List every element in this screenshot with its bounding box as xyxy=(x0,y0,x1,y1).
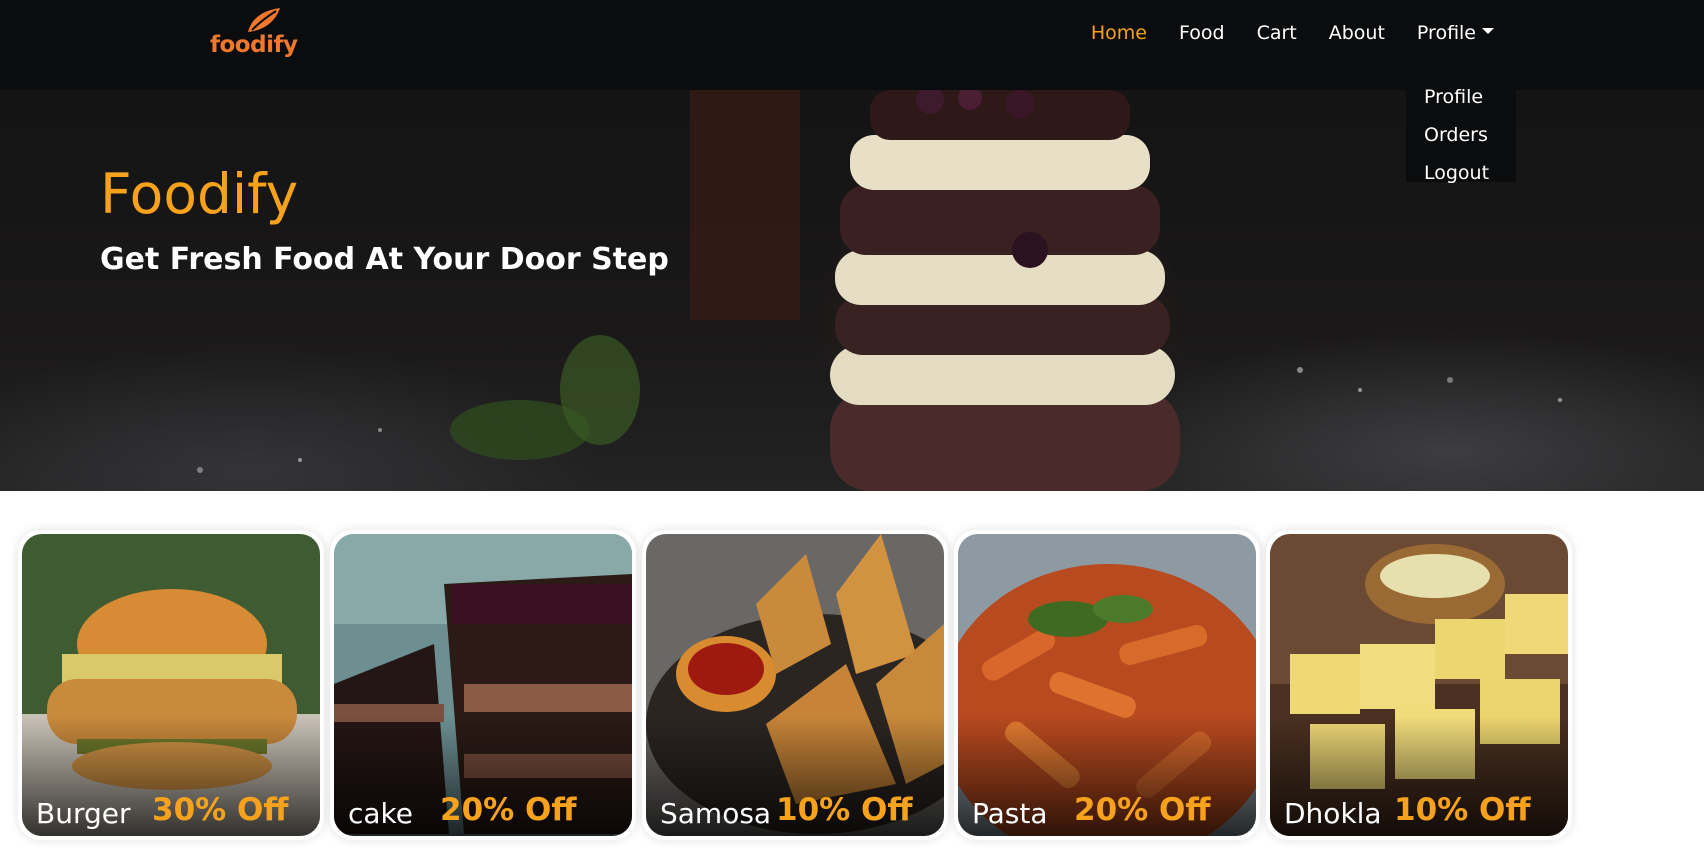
dropdown-item-profile[interactable]: Profile xyxy=(1406,78,1516,116)
card-name: Samosa xyxy=(660,797,772,830)
card-offer: 10% Off xyxy=(776,792,913,828)
food-card-samosa[interactable]: Samosa 10% Off xyxy=(642,530,948,840)
nav-home[interactable]: Home xyxy=(1091,22,1147,44)
card-offer: 20% Off xyxy=(440,792,577,828)
foodify-logo[interactable]: foodify xyxy=(210,8,300,58)
food-card-dhokla[interactable]: Dhokla 10% Off xyxy=(1266,530,1572,840)
food-card-cake[interactable]: cake 20% Off xyxy=(330,530,636,840)
card-name: Pasta xyxy=(972,797,1048,830)
card-image: Burger 30% Off xyxy=(22,534,320,836)
nav-cart[interactable]: Cart xyxy=(1257,22,1297,44)
hero-title: Foodify xyxy=(100,162,299,226)
nav-profile-toggle[interactable]: Profile xyxy=(1417,22,1494,44)
card-image: Pasta 20% Off xyxy=(958,534,1256,836)
dropdown-item-orders[interactable]: Orders xyxy=(1406,116,1516,154)
food-card-burger[interactable]: Burger 30% Off xyxy=(18,530,324,840)
nav-food[interactable]: Food xyxy=(1179,22,1225,44)
leaf-icon xyxy=(248,8,280,32)
nav-profile-label: Profile xyxy=(1416,22,1476,44)
card-offer: 20% Off xyxy=(1074,792,1211,828)
card-image: cake 20% Off xyxy=(334,534,632,836)
card-name: Burger xyxy=(36,797,131,830)
card-image: Samosa 10% Off xyxy=(646,534,944,836)
dropdown-item-logout[interactable]: Logout xyxy=(1406,154,1516,192)
card-offer: 10% Off xyxy=(1394,792,1531,828)
card-image: Dhokla 10% Off xyxy=(1270,534,1568,836)
nav-links: Home Food Cart About Profile xyxy=(1091,22,1494,44)
caret-down-icon xyxy=(1482,27,1494,34)
card-offer: 30% Off xyxy=(152,792,289,828)
food-card-pasta[interactable]: Pasta 20% Off xyxy=(954,530,1260,840)
card-name: cake xyxy=(348,797,413,830)
hero-subtitle: Get Fresh Food At Your Door Step xyxy=(100,242,669,277)
logo-text: foodify xyxy=(210,32,298,58)
food-offer-cards: Burger 30% Off cake 20% Off Samosa 10% O… xyxy=(18,530,1704,842)
nav-about[interactable]: About xyxy=(1329,22,1385,44)
card-name: Dhokla xyxy=(1284,797,1382,830)
profile-dropdown-menu: Profile Orders Logout xyxy=(1406,72,1516,184)
